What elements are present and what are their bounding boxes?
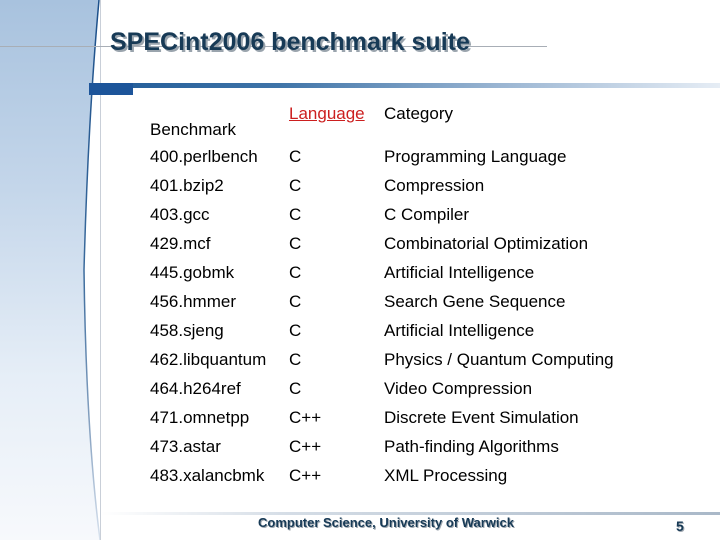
table-row: 462.libquantum C Physics / Quantum Computi… [150,345,644,374]
table-header-row: Benchmark Language Category [150,104,644,142]
table-row: 464.h264ref C Video Compression [150,374,644,403]
cell-language: C [289,204,302,224]
header-gradient-bar [89,83,720,88]
left-decoration-panel [0,0,100,540]
cell-language: C++ [289,436,322,456]
cell-benchmark: 471.omnetpp [150,407,250,427]
cell-language: C [289,349,302,369]
cell-language: C++ [289,465,322,485]
header-language[interactable]: Language [289,104,384,142]
table-row: 400.perlbench C Programming Language [150,142,644,171]
cell-category: Artificial Intelligence [384,262,535,282]
table-row: 471.omnetpp C++ Discrete Event Simulation [150,403,644,432]
cell-category: XML Processing [384,465,508,485]
cell-language: C [289,378,302,398]
cell-category: Physics / Quantum Computing [384,349,614,369]
page-number: 5 [676,518,684,534]
table-row: 403.gcc C C Compiler [150,200,644,229]
cell-category: Search Gene Sequence [384,291,566,311]
cell-category: Video Compression [384,378,533,398]
cell-category: Path-finding Algorithms [384,436,559,456]
cell-benchmark: 464.h264ref [150,378,241,398]
cell-benchmark: 456.hmmer [150,291,236,311]
cell-category: Artificial Intelligence [384,320,535,340]
cell-benchmark: 473.astar [150,436,221,456]
table-row: 429.mcf C Combinatorial Optimization [150,229,644,258]
table-row: 483.xalancbmk C++ XML Processing [150,461,644,490]
cell-benchmark: 445.gobmk [150,262,235,282]
benchmark-table: Benchmark Language Category 400.perlbenc… [150,104,644,490]
footer-text: Computer Science, University of Warwick [258,515,514,530]
cell-benchmark: 483.xalancbmk [150,465,265,485]
cell-benchmark: 458.sjeng [150,320,224,340]
table-row: 458.sjeng C Artificial Intelligence [150,316,644,345]
table-row: 456.hmmer C Search Gene Sequence [150,287,644,316]
cell-category: C Compiler [384,204,470,224]
cell-language: C [289,233,302,253]
table-row: 473.astar C++ Path-finding Algorithms [150,432,644,461]
header-language-link[interactable]: Language [289,104,365,123]
cell-category: Compression [384,175,485,195]
left-decoration-graphic [0,0,100,540]
cell-language: C [289,291,302,311]
table-row: 401.bzip2 C Compression [150,171,644,200]
table-row: 445.gobmk C Artificial Intelligence [150,258,644,287]
cell-language: C [289,146,302,166]
slide-title: SPECint2006 benchmark suite [110,28,470,56]
cell-language: C [289,262,302,282]
cell-language: C++ [289,407,322,427]
cell-category: Discrete Event Simulation [384,407,579,427]
cell-language: C [289,175,302,195]
cell-language: C [289,320,302,340]
cell-benchmark: 400.perlbench [150,146,258,166]
vertical-guide-line [100,0,101,540]
header-category: Category [384,104,453,123]
cell-benchmark: 403.gcc [150,204,210,224]
cell-benchmark: 429.mcf [150,233,211,253]
cell-benchmark: 462.libquantum [150,349,267,369]
header-accent-block [89,83,133,95]
cell-benchmark: 401.bzip2 [150,175,224,195]
cell-category: Programming Language [384,146,567,166]
header-benchmark: Benchmark [150,120,236,139]
cell-category: Combinatorial Optimization [384,233,589,253]
